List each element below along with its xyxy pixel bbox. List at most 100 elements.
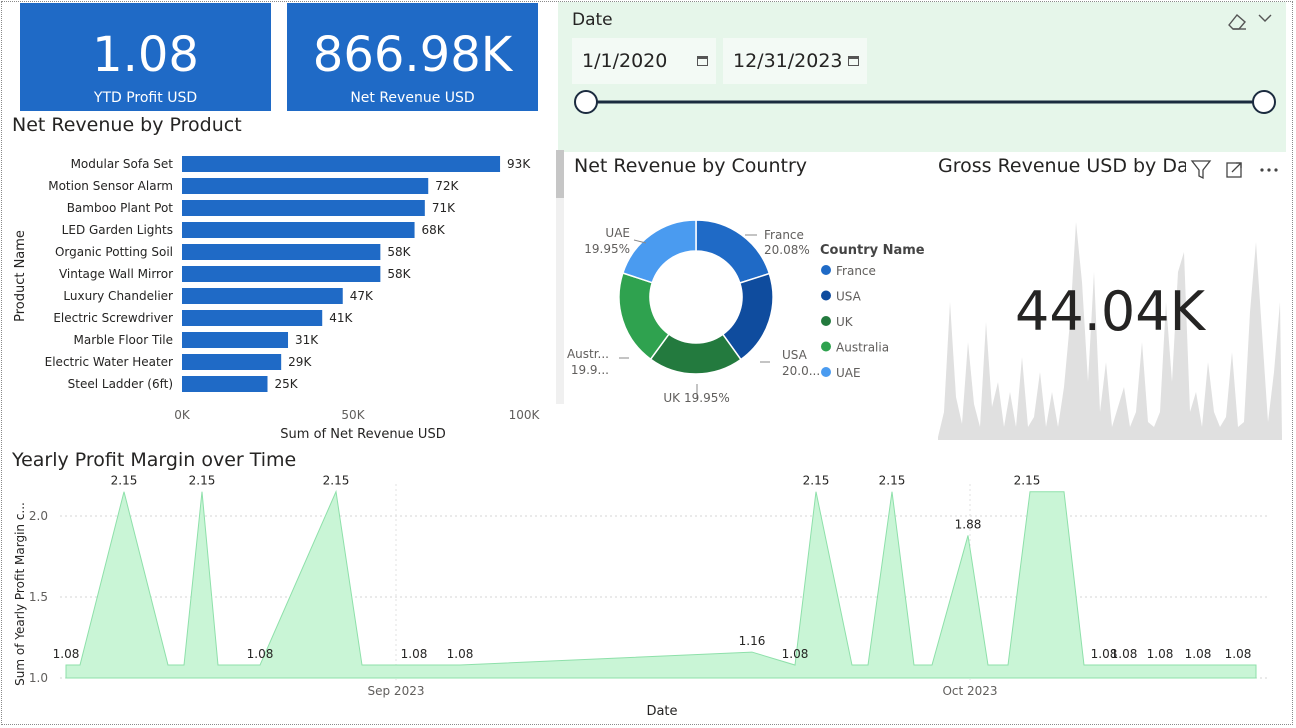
y-tick-label: 2.0 — [29, 509, 48, 523]
legend-item-label[interactable]: France — [836, 264, 876, 278]
gross-revenue-value: 44.04K — [1014, 280, 1205, 343]
donut-category-label: UAE — [605, 226, 630, 240]
y-axis-title: Sum of Yearly Profit Margin c... — [13, 502, 27, 686]
slider-handle-start[interactable] — [574, 90, 598, 114]
focus-mode-icon[interactable] — [1226, 162, 1242, 178]
bar-data-label: 41K — [329, 311, 353, 325]
donut-percent-label: 19.9... — [571, 363, 609, 377]
kpi-value: 866.98K — [312, 27, 513, 83]
legend-title: Country Name — [820, 243, 925, 258]
donut-percent-label: 20.0... — [782, 364, 820, 378]
donut-percent-label: 20.08% — [764, 243, 810, 257]
legend-item-label[interactable]: Australia — [836, 341, 889, 355]
bar[interactable] — [182, 178, 429, 194]
legend-marker[interactable] — [821, 316, 831, 326]
data-label: 2.15 — [111, 474, 138, 488]
data-label: 2.15 — [189, 474, 216, 488]
x-axis-title: Date — [646, 704, 677, 719]
calendar-icon[interactable] — [697, 56, 708, 66]
data-label: 1.08 — [1111, 647, 1138, 661]
bar[interactable] — [182, 222, 415, 238]
legend-item-label[interactable]: USA — [836, 290, 862, 304]
x-axis-title: Sum of Net Revenue USD — [280, 427, 445, 442]
bar-data-label: 29K — [288, 355, 312, 369]
calendar-icon[interactable] — [848, 56, 859, 66]
data-label: 2.15 — [879, 474, 906, 488]
chevron-down-icon[interactable] — [1258, 14, 1272, 22]
net-revenue-by-product-chart: Modular Sofa Set 93K Motion Sensor Alarm 72… — [13, 156, 541, 442]
bar-category-label: Organic Potting Soil — [55, 245, 173, 259]
scrollbar-thumb[interactable] — [556, 150, 564, 198]
x-tick-label: 50K — [341, 408, 365, 422]
data-label: 1.08 — [447, 647, 474, 661]
bar[interactable] — [182, 288, 343, 304]
legend-marker[interactable] — [821, 265, 831, 275]
filter-icon[interactable] — [1190, 160, 1212, 180]
donut-category-label: UK — [663, 391, 681, 405]
scrollbar[interactable] — [556, 150, 564, 404]
bar-data-label: 93K — [507, 157, 531, 171]
bar[interactable] — [182, 332, 289, 348]
start-date-value: 1/1/2020 — [582, 50, 668, 72]
bar[interactable] — [182, 266, 381, 282]
data-label: 1.88 — [955, 517, 982, 531]
bar-data-label: 31K — [295, 333, 319, 347]
bar-data-label: 71K — [432, 201, 456, 215]
donut-slice[interactable] — [695, 219, 771, 284]
yearly-profit-margin-chart: 1.0 1.5 2.0 1.08 2.15 2.15 1.08 2.15 1.08 1.08 1.1… — [13, 474, 1268, 719]
donut-slice[interactable] — [621, 219, 697, 284]
data-label: 2.15 — [1014, 474, 1041, 488]
x-tick-label: Sep 2023 — [368, 684, 425, 698]
data-label: 1.08 — [1147, 647, 1174, 661]
data-label: 1.08 — [247, 647, 274, 661]
slider-handle-end[interactable] — [1252, 90, 1276, 114]
bar-category-label: Steel Ladder (6ft) — [68, 377, 173, 391]
bar-category-label: Modular Sofa Set — [71, 157, 174, 171]
end-date-input[interactable]: 12/31/2023 — [723, 38, 867, 84]
bar[interactable] — [182, 376, 268, 392]
legend-marker[interactable] — [821, 367, 831, 377]
bar-chart-title: Net Revenue by Product — [12, 114, 242, 136]
donut-chart-title: Net Revenue by Country — [574, 155, 808, 177]
gross-revenue-title: Gross Revenue USD by Da — [938, 155, 1186, 177]
bar[interactable] — [182, 310, 323, 326]
bar-category-label: LED Garden Lights — [62, 223, 173, 237]
legend-item-label[interactable]: UK — [836, 315, 854, 329]
kpi-card-ytd-profit[interactable]: 1.08 YTD Profit USD — [20, 3, 271, 111]
net-revenue-by-country-chart: France20.08%USA20.0...UK 19.95%Austr...19… — [567, 219, 925, 405]
kpi-card-net-revenue[interactable]: 866.98K Net Revenue USD — [287, 3, 538, 111]
y-tick-label: 1.5 — [29, 590, 48, 604]
bar-data-label: 58K — [387, 245, 411, 259]
data-label: 1.08 — [1225, 647, 1252, 661]
bar[interactable] — [182, 200, 425, 216]
data-label: 1.16 — [739, 634, 766, 648]
start-date-input[interactable]: 1/1/2020 — [572, 38, 716, 84]
date-range-slider[interactable] — [558, 86, 1286, 118]
data-label: 1.08 — [401, 647, 428, 661]
bar-data-label: 25K — [275, 377, 299, 391]
legend-marker[interactable] — [821, 341, 831, 352]
area-series[interactable] — [65, 489, 1257, 679]
kpi-value: 1.08 — [92, 27, 199, 83]
bar[interactable] — [182, 156, 501, 172]
bar[interactable] — [182, 244, 381, 260]
slicer-title: Date — [572, 10, 613, 30]
kpi-label: YTD Profit USD — [93, 90, 198, 106]
legend-marker[interactable] — [821, 290, 831, 301]
bar-category-label: Electric Water Heater — [45, 355, 173, 369]
data-label: 1.08 — [782, 647, 809, 661]
x-tick-label: 0K — [174, 408, 191, 422]
y-axis-title: Product Name — [13, 230, 28, 322]
x-tick-label: Oct 2023 — [942, 684, 997, 698]
legend-item-label[interactable]: UAE — [836, 366, 861, 380]
date-slicer[interactable]: Date 1/1/2020 12/31/2023 — [558, 2, 1286, 152]
eraser-icon[interactable] — [1228, 13, 1246, 30]
more-options-icon[interactable] — [1260, 168, 1278, 172]
kpi-label: Net Revenue USD — [350, 90, 475, 106]
bar-category-label: Luxury Chandelier — [63, 289, 173, 303]
data-label: 2.15 — [803, 474, 830, 488]
bar-data-label: 47K — [350, 289, 374, 303]
slicer-header-icons — [1228, 13, 1272, 30]
bar[interactable] — [182, 354, 282, 370]
x-tick-label: 100K — [509, 408, 541, 422]
